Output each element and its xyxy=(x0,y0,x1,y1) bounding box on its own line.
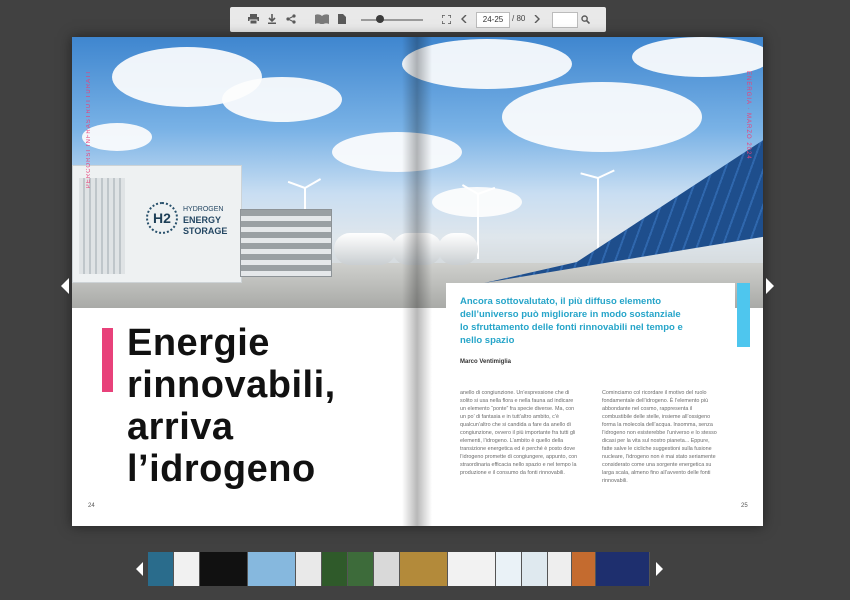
page-thumbnail[interactable] xyxy=(522,552,548,586)
headline-line: Energie xyxy=(127,322,270,364)
cloud-shape xyxy=(402,39,572,89)
gas-cylinder-racks xyxy=(240,209,332,277)
page-thumbnail[interactable] xyxy=(572,552,596,586)
page-thumbnail[interactable] xyxy=(548,552,572,586)
page-thumbnail[interactable] xyxy=(596,552,650,586)
prev-spread-arrow[interactable] xyxy=(61,278,69,294)
hydrogen-container: H2 HYDROGEN ENERGY STORAGE xyxy=(72,165,242,283)
hydrogen-storage-label: HYDROGEN ENERGY STORAGE xyxy=(183,204,227,237)
cloud-shape xyxy=(502,82,702,152)
page-thumbnail[interactable] xyxy=(348,552,374,586)
cloud-shape xyxy=(632,37,763,77)
solar-panels xyxy=(484,133,763,283)
page-total-label: / 80 xyxy=(512,14,526,23)
section-label-right: ENERGIA · MARZO 2024 xyxy=(745,71,751,160)
subhead-accent-bar xyxy=(737,283,750,347)
hydrogen-label-line1: HYDROGEN xyxy=(183,206,224,213)
headline-accent-bar xyxy=(102,328,113,392)
page-thumbnail[interactable] xyxy=(174,552,200,586)
cloud-shape xyxy=(332,132,462,172)
tank-shape xyxy=(392,233,442,265)
cloud-shape xyxy=(82,123,152,151)
article-subhead: Ancora sottovalutato, il più diffuso ele… xyxy=(460,296,683,346)
zoom-slider-handle[interactable] xyxy=(375,15,384,23)
body-column-1: anello di congiunzione. Un’espressione c… xyxy=(460,390,578,476)
page-number-right: 25 xyxy=(741,503,748,509)
prev-page-icon[interactable] xyxy=(456,11,472,27)
turbine-blade xyxy=(304,178,322,189)
thumbnail-strip xyxy=(148,552,654,586)
cover-photo: H2 HYDROGEN ENERGY STORAGE xyxy=(72,37,763,308)
hydrogen-label-line2: ENERGY xyxy=(183,215,222,225)
page-thumbnail[interactable] xyxy=(448,552,496,586)
article-author: Marco Ventimiglia xyxy=(460,359,512,365)
next-page-icon[interactable] xyxy=(529,11,545,27)
hydrogen-tanks xyxy=(334,233,484,267)
single-page-icon[interactable] xyxy=(334,11,350,27)
search-icon[interactable] xyxy=(577,11,593,27)
headline-line: arriva xyxy=(127,406,234,448)
share-icon[interactable] xyxy=(283,11,299,27)
turbine-blade xyxy=(287,180,306,189)
page-thumbnail[interactable] xyxy=(322,552,348,586)
headline-line: rinnovabili, xyxy=(127,364,336,406)
cloud-shape xyxy=(222,77,342,122)
page-thumbnail[interactable] xyxy=(296,552,322,586)
hydrogen-label-line3: STORAGE xyxy=(183,226,228,236)
page-thumbnail[interactable] xyxy=(148,552,174,586)
fullscreen-icon[interactable] xyxy=(438,11,454,27)
page-thumbnail[interactable] xyxy=(248,552,296,586)
wind-turbine xyxy=(597,177,599,257)
section-label-left: PERCORSI INFRASTRUTTURATI xyxy=(86,71,92,189)
next-spread-arrow[interactable] xyxy=(766,278,774,294)
container-fins xyxy=(79,178,125,274)
h2-badge: H2 xyxy=(146,202,178,234)
subhead-panel: Ancora sottovalutato, il più diffuso ele… xyxy=(446,283,735,369)
print-icon[interactable] xyxy=(245,11,261,27)
thumbnail-next-arrow[interactable] xyxy=(656,562,663,576)
magazine-spread: H2 HYDROGEN ENERGY STORAGE PERCORSI INFR… xyxy=(72,37,763,526)
page-number-left: 24 xyxy=(88,503,95,509)
headline-line: l’idrogeno xyxy=(127,448,316,490)
download-icon[interactable] xyxy=(264,11,280,27)
tank-shape xyxy=(334,233,396,265)
search-input[interactable] xyxy=(552,12,578,28)
book-view-icon[interactable] xyxy=(313,11,331,27)
turbine-blade xyxy=(597,169,615,179)
article-headline: Energie rinnovabili, arriva l’idrogeno xyxy=(127,322,427,490)
tank-shape xyxy=(438,233,478,265)
page-thumbnail[interactable] xyxy=(374,552,400,586)
page-thumbnail[interactable] xyxy=(496,552,522,586)
zoom-slider[interactable] xyxy=(361,19,423,21)
page-thumbnail[interactable] xyxy=(400,552,448,586)
thumbnail-prev-arrow[interactable] xyxy=(136,562,143,576)
page-thumbnail[interactable] xyxy=(200,552,248,586)
page-number-input[interactable]: 24-25 xyxy=(476,12,510,28)
turbine-blade xyxy=(580,172,599,179)
body-column-2: Cominciamo col ricordare il motivo del r… xyxy=(602,390,717,484)
